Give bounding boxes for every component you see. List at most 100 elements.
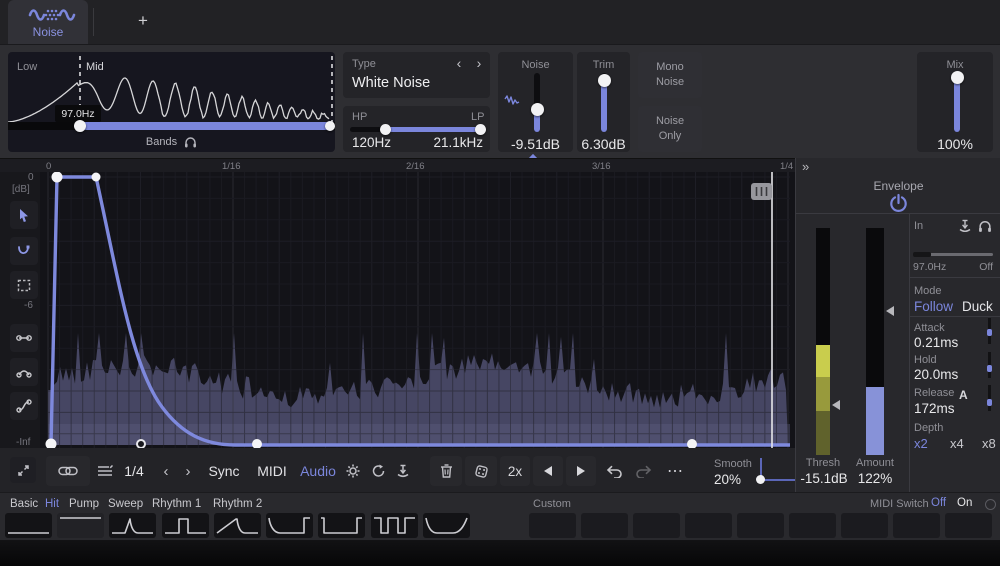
- audio-mode-button[interactable]: Audio: [297, 456, 339, 486]
- rate-next-button[interactable]: ›: [178, 456, 198, 486]
- band-mid-label[interactable]: Mid: [86, 61, 104, 73]
- nudge-left-button[interactable]: [533, 456, 563, 486]
- in-filter-track[interactable]: [913, 253, 993, 256]
- preset-shape-smooth-u[interactable]: [423, 513, 470, 538]
- noise-only-button[interactable]: Noise Only: [638, 106, 702, 152]
- custom-slot-2[interactable]: [581, 513, 628, 538]
- hold-value[interactable]: 20.0ms: [914, 367, 958, 382]
- undo-button[interactable]: [600, 456, 628, 486]
- threshold-marker[interactable]: [832, 400, 840, 410]
- lp-value[interactable]: 21.1kHz: [423, 135, 483, 150]
- randomize-button[interactable]: [465, 456, 497, 486]
- ruler[interactable]: 0 1/16 2/16 3/16 1/4: [0, 158, 795, 173]
- sidechain-icon[interactable]: [958, 219, 972, 233]
- smooth-slider[interactable]: [756, 456, 800, 486]
- trim-value[interactable]: 6.30dB: [577, 136, 630, 152]
- hold-mini-slider[interactable]: [988, 352, 991, 378]
- marquee-tool-button[interactable]: [10, 271, 38, 299]
- preset-tab-pump[interactable]: Pump: [69, 498, 99, 510]
- release-value[interactable]: 172ms: [914, 401, 955, 416]
- preset-tab-hit[interactable]: Hit: [45, 498, 59, 510]
- preset-shape-square-pulse[interactable]: [162, 513, 209, 538]
- custom-slot-6[interactable]: [789, 513, 836, 538]
- in-off-value[interactable]: Off: [956, 261, 993, 273]
- pin-audio-button[interactable]: [391, 456, 415, 486]
- headphones-icon[interactable]: [184, 136, 197, 148]
- custom-slot-7[interactable]: [841, 513, 888, 538]
- loop-button[interactable]: [366, 456, 390, 486]
- bands-row[interactable]: Bands: [8, 134, 335, 150]
- listen-headphones-icon[interactable]: [978, 219, 992, 233]
- curve-tool-button[interactable]: [10, 237, 38, 265]
- preset-shape-flat-high[interactable]: [57, 513, 104, 538]
- smooth-slider-handle[interactable]: [756, 475, 765, 484]
- hp-value[interactable]: 120Hz: [352, 135, 391, 150]
- preset-shape-flat-low[interactable]: [5, 513, 52, 538]
- redo-button[interactable]: [630, 456, 658, 486]
- tab-noise[interactable]: Noise: [8, 0, 88, 44]
- line-tool-button[interactable]: [10, 324, 38, 352]
- preset-shape-square-u[interactable]: [318, 513, 365, 538]
- noise-value[interactable]: -9.51dB: [498, 136, 573, 152]
- envelope-point[interactable]: [92, 173, 101, 182]
- band-low-label[interactable]: Low: [17, 61, 37, 73]
- midi-learn-icon[interactable]: [985, 499, 996, 510]
- band-range-fill[interactable]: [80, 122, 330, 130]
- envelope-power-icon[interactable]: [888, 193, 909, 214]
- preset-shape-ramp-hit[interactable]: [214, 513, 261, 538]
- rate-value[interactable]: 1/4: [118, 456, 150, 486]
- preset-shape-double-square[interactable]: [371, 513, 418, 538]
- in-freq-value[interactable]: 97.0Hz: [913, 261, 946, 273]
- noise-slider-handle[interactable]: [531, 103, 544, 116]
- band-low-handle[interactable]: [74, 120, 86, 132]
- envelope-curve-handle[interactable]: [137, 440, 145, 448]
- pattern-list-button[interactable]: [92, 456, 118, 486]
- amount-marker[interactable]: [886, 306, 894, 316]
- preset-tab-rhythm2[interactable]: Rhythm 2: [213, 498, 262, 510]
- cursor-tool-button[interactable]: [10, 201, 38, 229]
- midi-switch-on[interactable]: On: [957, 497, 972, 509]
- release-mini-slider[interactable]: [988, 385, 991, 411]
- preset-shape-decay-rise[interactable]: [266, 513, 313, 538]
- custom-slot-5[interactable]: [737, 513, 784, 538]
- type-prev-button[interactable]: ‹: [451, 54, 467, 72]
- custom-slot-9[interactable]: [945, 513, 992, 538]
- attack-mini-slider[interactable]: [988, 318, 991, 344]
- filter-fill[interactable]: [385, 127, 480, 132]
- amount-value[interactable]: 122%: [852, 471, 898, 486]
- thresh-value[interactable]: -15.1dB: [796, 471, 852, 486]
- depth-x2-button[interactable]: x2: [914, 436, 928, 451]
- more-options-button[interactable]: ⋯: [660, 456, 690, 486]
- link-button[interactable]: [46, 456, 90, 486]
- midi-mode-button[interactable]: MIDI: [249, 456, 295, 486]
- delete-button[interactable]: [430, 456, 462, 486]
- depth-x8-button[interactable]: x8: [982, 436, 996, 451]
- hp-handle[interactable]: [380, 124, 391, 135]
- depth-x4-button[interactable]: x4: [950, 436, 964, 451]
- settings-button[interactable]: [341, 456, 365, 486]
- collapse-panel-button[interactable]: »: [802, 159, 809, 174]
- playhead-handle[interactable]: [751, 183, 772, 200]
- type-value[interactable]: White Noise: [352, 75, 430, 91]
- midi-switch-off[interactable]: Off: [931, 497, 946, 509]
- preset-tab-sweep[interactable]: Sweep: [108, 498, 143, 510]
- preset-shape-spike[interactable]: [109, 513, 156, 538]
- lp-handle[interactable]: [475, 124, 486, 135]
- double-pattern-button[interactable]: 2x: [500, 456, 530, 486]
- auto-release-badge[interactable]: A: [959, 388, 968, 402]
- nudge-right-button[interactable]: [566, 456, 596, 486]
- type-next-button[interactable]: ›: [471, 54, 487, 72]
- attack-value[interactable]: 0.21ms: [914, 335, 958, 350]
- arc-tool-button[interactable]: [10, 358, 38, 386]
- preset-tab-basic[interactable]: Basic: [10, 498, 38, 510]
- custom-slot-8[interactable]: [893, 513, 940, 538]
- envelope-point[interactable]: [52, 172, 63, 183]
- trim-slider-handle[interactable]: [598, 74, 611, 87]
- mode-follow-button[interactable]: Follow: [914, 299, 953, 314]
- mix-value[interactable]: 100%: [917, 136, 993, 152]
- rate-prev-button[interactable]: ‹: [156, 456, 176, 486]
- preset-tab-rhythm1[interactable]: Rhythm 1: [152, 498, 201, 510]
- mono-noise-button[interactable]: Mono Noise: [638, 52, 702, 98]
- band-high-handle[interactable]: [325, 121, 335, 131]
- expand-editor-button[interactable]: [10, 457, 36, 483]
